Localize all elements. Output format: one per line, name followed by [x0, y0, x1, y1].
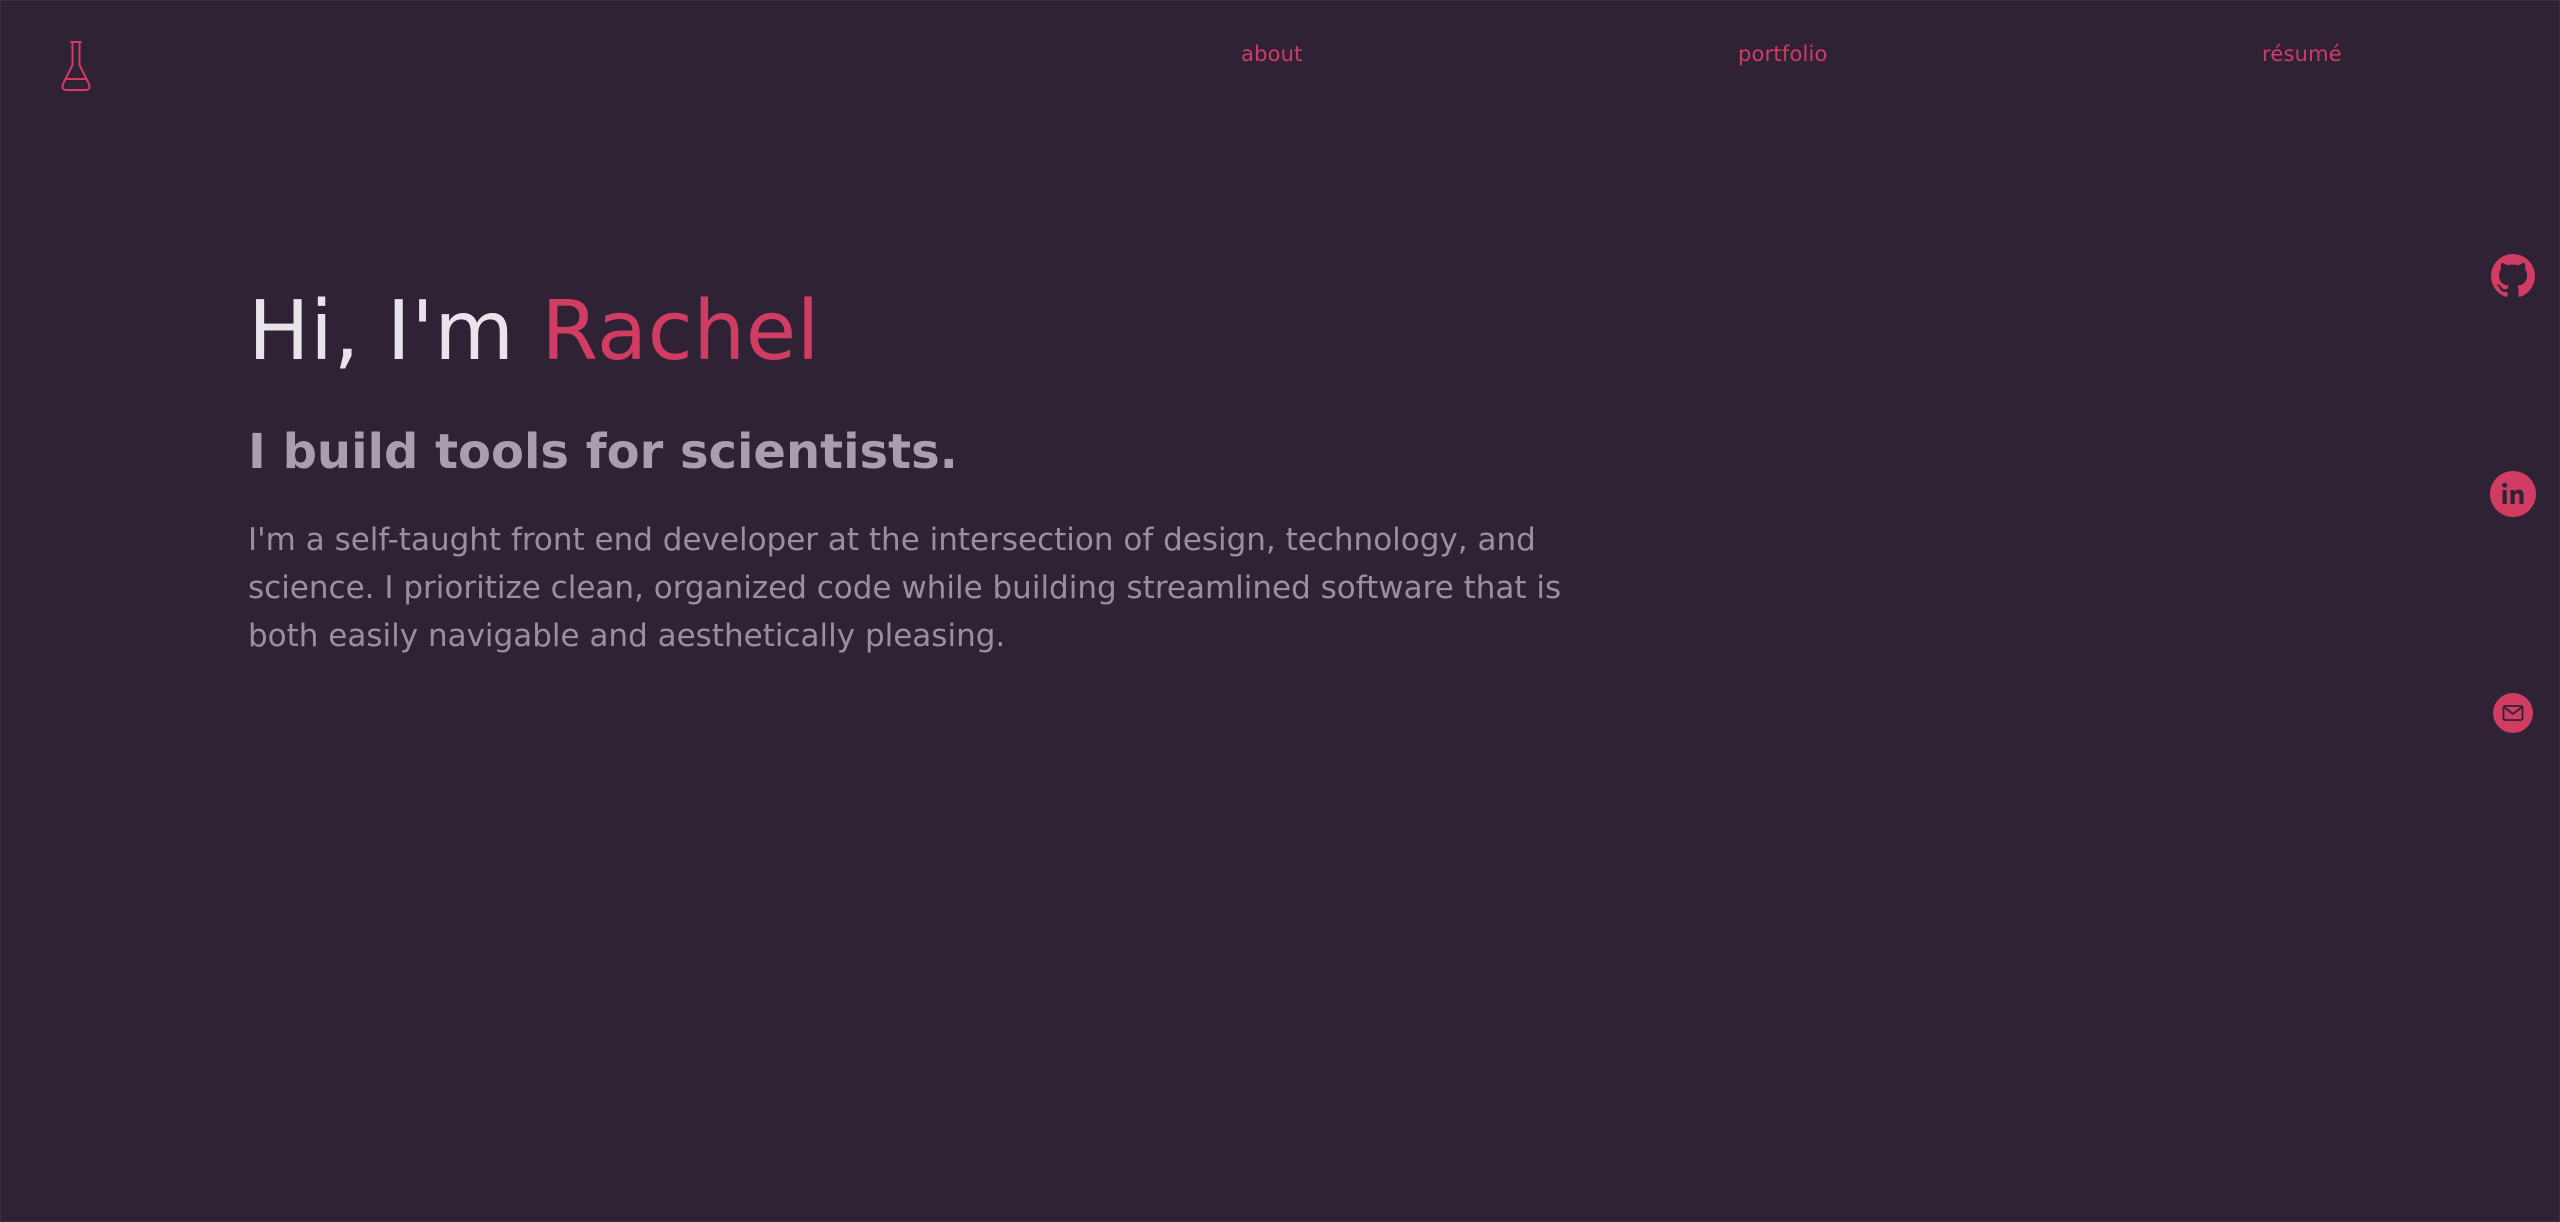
hero-greeting: Hi, I'm	[248, 284, 542, 379]
nav-link-about[interactable]: about	[1241, 40, 1303, 68]
linkedin-link[interactable]	[2490, 471, 2536, 517]
hero-section: Hi, I'm Rachel I build tools for scienti…	[248, 282, 1668, 660]
hero-title: Hi, I'm Rachel	[248, 282, 1668, 382]
flask-logo-icon[interactable]	[59, 39, 93, 93]
email-link[interactable]	[2491, 691, 2535, 735]
mail-icon	[2493, 693, 2533, 733]
nav-link-portfolio[interactable]: portfolio	[1738, 40, 1828, 68]
linkedin-icon	[2490, 471, 2536, 517]
github-link[interactable]	[2491, 254, 2535, 298]
github-icon	[2491, 254, 2535, 297]
nav-link-resume[interactable]: résumé	[2262, 40, 2342, 68]
hero-description: I'm a self-taught front end developer at…	[248, 522, 1562, 654]
hero-subtitle: I build tools for scientists.	[248, 424, 958, 480]
hero-name: Rachel	[541, 284, 820, 379]
